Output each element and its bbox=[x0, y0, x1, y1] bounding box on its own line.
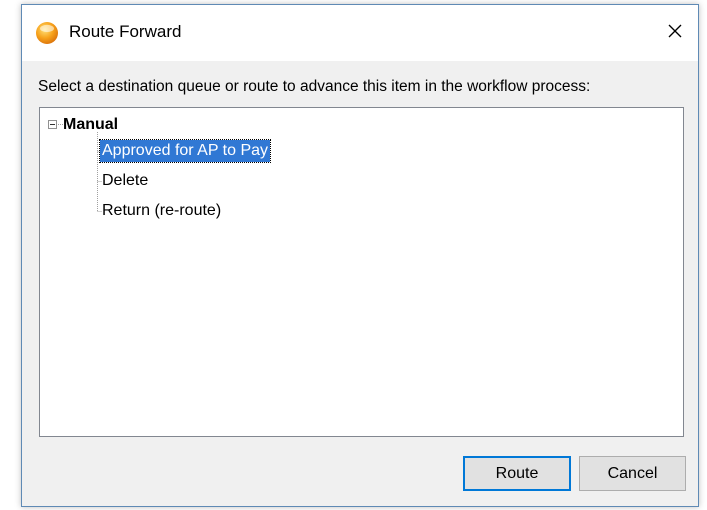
title-bar[interactable]: Route Forward bbox=[22, 5, 698, 61]
close-icon bbox=[668, 24, 682, 43]
route-button[interactable]: Route bbox=[463, 456, 571, 491]
cancel-button[interactable]: Cancel bbox=[579, 456, 686, 491]
tree-node-delete[interactable]: Delete bbox=[100, 170, 150, 192]
close-button[interactable] bbox=[652, 5, 698, 61]
route-tree[interactable]: Manual Approved for AP to Pay Delete Ret… bbox=[39, 107, 684, 437]
tree-node-manual[interactable]: Manual bbox=[63, 115, 118, 134]
instruction-text: Select a destination queue or route to a… bbox=[38, 78, 591, 95]
orange-orb-icon bbox=[35, 21, 59, 45]
route-forward-dialog: Route Forward Select a destination queue… bbox=[21, 4, 699, 507]
tree-node-return-re-route[interactable]: Return (re-route) bbox=[100, 200, 223, 222]
collapse-toggle-icon[interactable] bbox=[48, 120, 57, 129]
tree-node-approved-for-ap-to-pay[interactable]: Approved for AP to Pay bbox=[98, 139, 272, 163]
window-title: Route Forward bbox=[69, 22, 182, 41]
